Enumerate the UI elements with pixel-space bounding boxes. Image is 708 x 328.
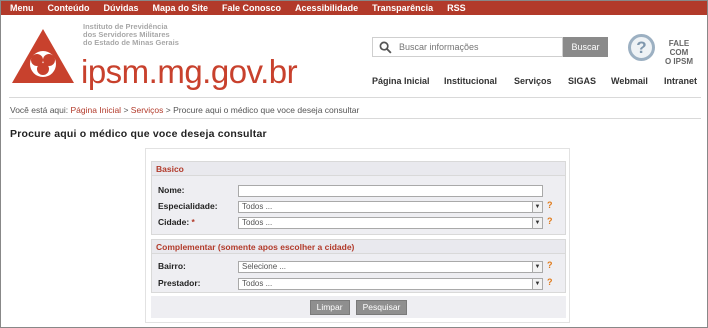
nav-pagina-inicial[interactable]: Página Inicial — [372, 76, 430, 86]
topnav-rss[interactable]: RSS — [447, 3, 466, 13]
pesquisar-button[interactable]: Pesquisar — [355, 299, 408, 315]
nav-intranet[interactable]: Intranet — [664, 76, 697, 86]
topnav-fale-conosco[interactable]: Fale Conosco — [222, 3, 281, 13]
doctor-search-form: Basico Nome: Especialidade: Todos ... ▼ … — [145, 148, 570, 323]
help-question-icon[interactable]: ? — [547, 277, 553, 287]
question-mark-icon[interactable]: ? — [628, 34, 655, 61]
dropdown-arrow-icon: ▼ — [532, 218, 542, 228]
nav-webmail[interactable]: Webmail — [611, 76, 648, 86]
topnav-conteudo[interactable]: Conteúdo — [48, 3, 90, 13]
prestador-select[interactable]: Todos ... ▼ — [238, 278, 543, 290]
cidade-select-value: Todos ... — [242, 218, 273, 227]
breadcrumb-prefix: Você está aqui: — [10, 105, 69, 115]
institute-name: Instituto de Previdência dos Servidores … — [83, 22, 179, 47]
search-box — [372, 37, 563, 57]
especialidade-select[interactable]: Todos ... ▼ — [238, 201, 543, 213]
dropdown-arrow-icon: ▼ — [532, 262, 542, 272]
topnav-transparencia[interactable]: Transparência — [372, 3, 433, 13]
top-utility-bar: Menu Conteúdo Dúvidas Mapa do Site Fale … — [1, 1, 707, 15]
nav-sigas[interactable]: SIGAS — [568, 76, 596, 86]
dropdown-arrow-icon: ▼ — [532, 279, 542, 289]
nav-institucional[interactable]: Institucional — [444, 76, 497, 86]
search-input[interactable] — [399, 42, 549, 52]
prestador-select-value: Todos ... — [242, 279, 273, 288]
site-domain-logo[interactable]: ipsm.mg.gov.br — [81, 55, 298, 89]
breadcrumb-services-link[interactable]: Serviços — [131, 105, 164, 115]
topnav-mapa-do-site[interactable]: Mapa do Site — [153, 3, 209, 13]
required-asterisk: * — [191, 217, 195, 227]
header-divider — [9, 97, 701, 98]
basic-section: Basico Nome: Especialidade: Todos ... ▼ … — [151, 161, 566, 235]
basic-section-title: Basico — [152, 162, 565, 176]
especialidade-select-value: Todos ... — [242, 202, 273, 211]
help-question-icon[interactable]: ? — [547, 200, 553, 210]
fale-com-ipsm-link[interactable]: FALE COM O IPSM — [659, 39, 699, 66]
nome-label: Nome: — [158, 185, 185, 195]
search-icon — [379, 41, 392, 54]
limpar-button[interactable]: Limpar — [309, 299, 350, 315]
bairro-select[interactable]: Selecione ... ▼ — [238, 261, 543, 273]
topnav-duvidas[interactable]: Dúvidas — [104, 3, 139, 13]
topnav-acessibilidade[interactable]: Acessibilidade — [295, 3, 358, 13]
prestador-label: Prestador: — [158, 278, 201, 288]
ipsm-logo-icon[interactable] — [10, 27, 76, 85]
dropdown-arrow-icon: ▼ — [532, 202, 542, 212]
form-button-bar: Limpar Pesquisar — [151, 296, 566, 318]
breadcrumb-separator: > — [123, 105, 129, 115]
breadcrumb: Você está aqui: Página Inicial > Serviço… — [10, 105, 359, 115]
cidade-label: Cidade: * — [158, 217, 195, 227]
nav-servicos[interactable]: Serviços — [514, 76, 552, 86]
complementary-section: Complementar (somente apos escolher a ci… — [151, 239, 566, 293]
breadcrumb-separator: > — [165, 105, 171, 115]
search-button[interactable]: Buscar — [563, 37, 608, 57]
breadcrumb-divider — [9, 118, 701, 119]
topnav-menu[interactable]: Menu — [10, 3, 34, 13]
nome-input[interactable] — [238, 185, 543, 197]
complementary-section-title: Complementar (somente apos escolher a ci… — [152, 240, 565, 254]
bairro-label: Bairro: — [158, 261, 186, 271]
cidade-select[interactable]: Todos ... ▼ — [238, 217, 543, 229]
page-title: Procure aqui o médico que voce deseja co… — [10, 128, 267, 140]
especialidade-label: Especialidade: — [158, 201, 218, 211]
help-question-icon[interactable]: ? — [547, 216, 553, 226]
bairro-select-value: Selecione ... — [242, 262, 287, 271]
breadcrumb-home-link[interactable]: Página Inicial — [71, 105, 122, 115]
breadcrumb-current: Procure aqui o médico que voce deseja co… — [173, 105, 360, 115]
help-question-icon[interactable]: ? — [547, 260, 553, 270]
